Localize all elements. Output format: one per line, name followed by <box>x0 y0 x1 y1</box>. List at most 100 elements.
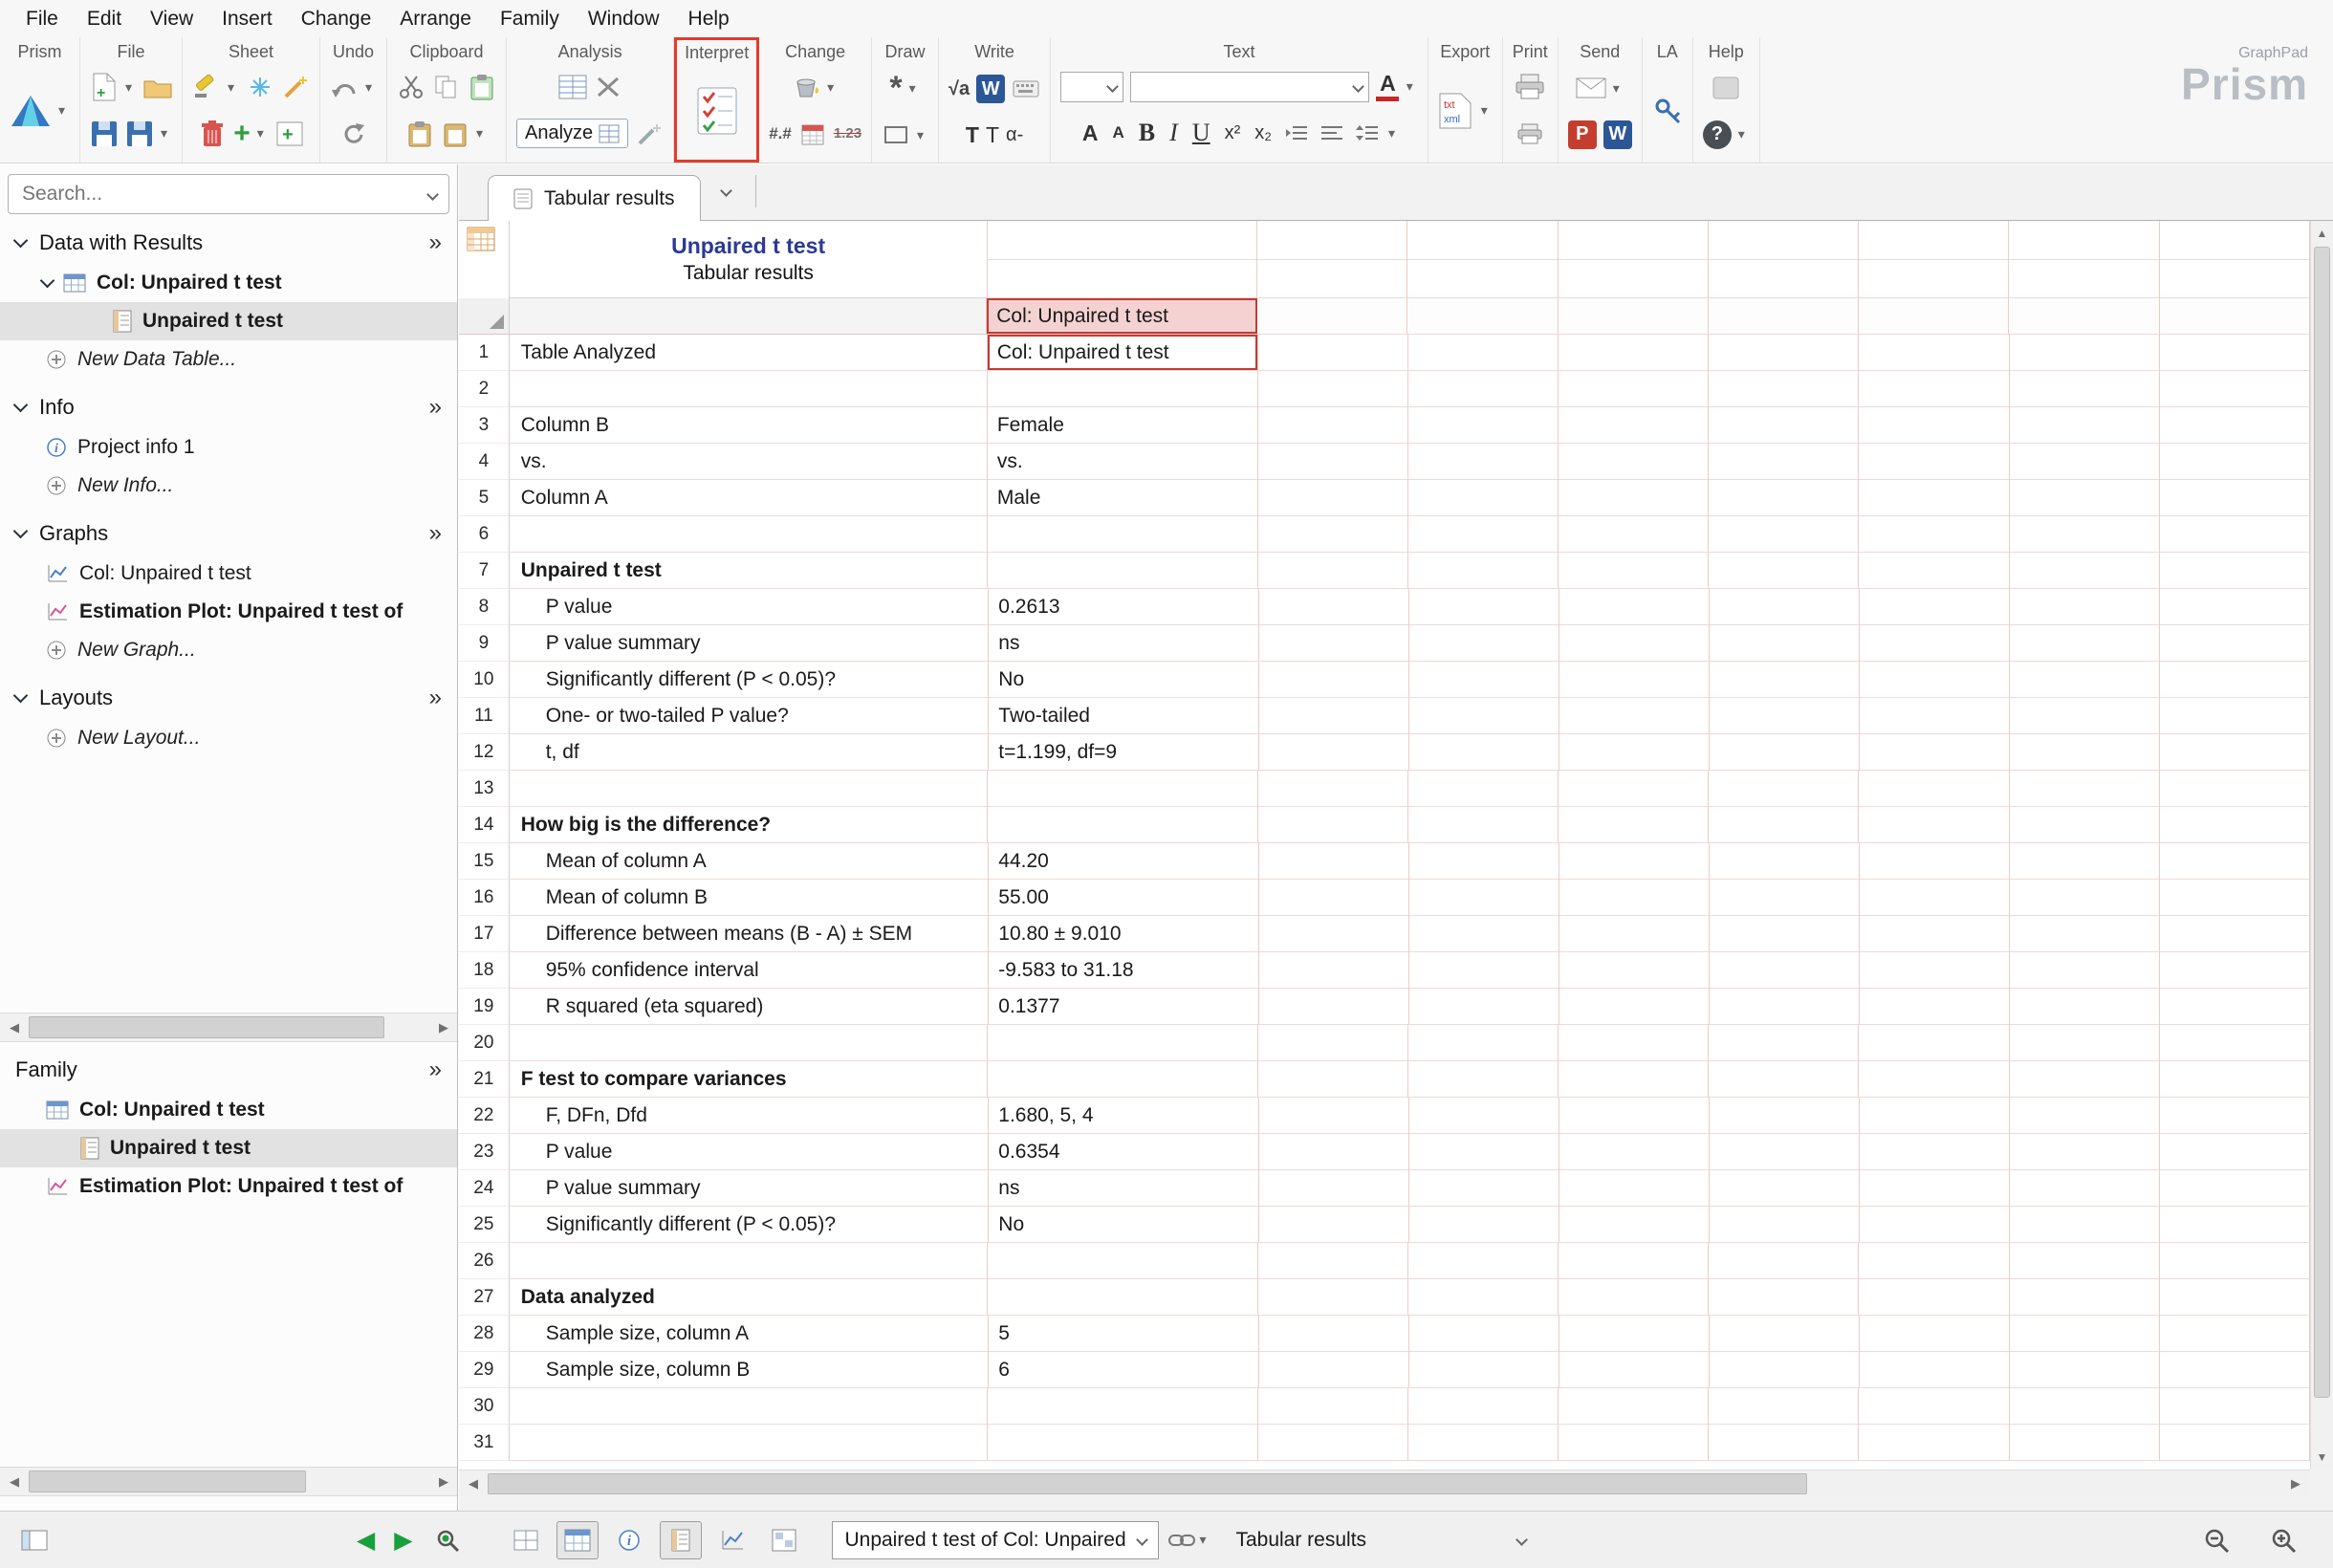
row-label-cell[interactable]: Sample size, column B <box>509 1352 990 1388</box>
empty-cell[interactable] <box>1258 1170 1409 1207</box>
expand-section-icon[interactable]: » <box>429 520 442 547</box>
label-column-header[interactable] <box>509 298 988 335</box>
row-label-cell[interactable]: F test to compare variances <box>509 1061 988 1098</box>
empty-cell[interactable] <box>2009 662 2160 698</box>
row-label-cell[interactable]: vs. <box>509 444 988 480</box>
chevron-down-icon[interactable] <box>39 272 55 288</box>
empty-cell[interactable] <box>1559 1134 1710 1170</box>
draw-point-icon[interactable]: * <box>889 70 902 107</box>
empty-cell[interactable] <box>1258 989 1409 1025</box>
empty-cell[interactable] <box>1408 734 1559 771</box>
prism-app-icon[interactable] <box>10 95 52 127</box>
empty-cell[interactable] <box>1709 880 1860 916</box>
value-cell[interactable] <box>987 1425 1258 1461</box>
empty-cell[interactable] <box>1408 989 1559 1025</box>
empty-cell[interactable] <box>2009 1134 2160 1170</box>
empty-cell[interactable] <box>2159 371 2310 407</box>
empty-cell[interactable] <box>1859 335 2010 371</box>
row-number[interactable]: 11 <box>459 698 510 734</box>
superscript-button[interactable]: x² <box>1221 122 1245 144</box>
italic-button[interactable]: I <box>1166 119 1182 147</box>
value-cell[interactable]: 0.6354 <box>989 1134 1259 1170</box>
value-cell[interactable]: 10.80 ± 9.010 <box>989 916 1259 952</box>
row-number[interactable]: 24 <box>459 1170 510 1207</box>
empty-cell[interactable] <box>1407 1425 1559 1461</box>
chevron-down-icon[interactable]: ▾ <box>917 127 928 143</box>
value-cell[interactable]: -9.583 to 31.18 <box>989 952 1259 989</box>
section-family[interactable]: Family » <box>0 1049 457 1091</box>
menu-item-arrange[interactable]: Arrange <box>385 8 486 31</box>
number-format-icon[interactable]: #.# <box>769 124 792 143</box>
empty-cell[interactable] <box>1559 1207 1710 1243</box>
tab-tabular-results[interactable]: Tabular results <box>488 175 701 221</box>
empty-cell[interactable] <box>1859 880 2010 916</box>
empty-cell[interactable] <box>1559 989 1710 1025</box>
empty-cell[interactable] <box>1859 1061 2010 1098</box>
empty-cell[interactable] <box>2159 880 2310 916</box>
family-view-icon[interactable] <box>505 1521 547 1559</box>
print-preview-icon[interactable] <box>1515 118 1544 150</box>
empty-cell[interactable] <box>1709 916 1860 952</box>
empty-cell[interactable] <box>2159 1134 2310 1170</box>
empty-cell[interactable] <box>2159 1243 2310 1279</box>
empty-cell[interactable] <box>1258 952 1409 989</box>
empty-cell[interactable] <box>1257 516 1408 553</box>
row-label-cell[interactable]: Unpaired t test <box>509 553 988 589</box>
empty-cell[interactable] <box>1258 589 1409 625</box>
data-grid-icon[interactable] <box>558 71 587 103</box>
menu-item-view[interactable]: View <box>136 8 207 31</box>
row-label-cell[interactable]: One- or two-tailed P value? <box>509 698 990 734</box>
empty-cell[interactable] <box>1709 843 1860 880</box>
empty-cell[interactable] <box>1258 698 1409 734</box>
row-number[interactable]: 29 <box>459 1352 510 1388</box>
row-number[interactable]: 1 <box>459 335 510 371</box>
chevron-down-icon[interactable]: ▾ <box>161 125 172 142</box>
row-number[interactable]: 19 <box>459 989 510 1025</box>
empty-cell[interactable] <box>2159 916 2310 952</box>
empty-cell[interactable] <box>2009 880 2160 916</box>
interpret-checklist-icon[interactable] <box>696 87 738 134</box>
row-number[interactable]: 22 <box>459 1098 510 1134</box>
empty-cell[interactable] <box>1258 916 1409 952</box>
empty-cell[interactable] <box>1407 807 1559 843</box>
license-key-icon[interactable] <box>1652 95 1683 127</box>
row-label-cell[interactable]: P value <box>509 1134 990 1170</box>
row-label-cell[interactable] <box>509 1425 988 1461</box>
paste-icon[interactable] <box>405 118 434 150</box>
empty-cell[interactable] <box>2159 1316 2310 1352</box>
empty-cell[interactable] <box>2159 1098 2310 1134</box>
menu-item-help[interactable]: Help <box>674 8 744 31</box>
empty-cell[interactable] <box>1709 589 1860 625</box>
scrollbar-thumb[interactable] <box>488 1472 1807 1494</box>
wand-icon[interactable] <box>281 71 310 103</box>
row-number[interactable]: 26 <box>459 1243 510 1279</box>
empty-cell[interactable] <box>2009 1388 2160 1425</box>
vertical-scrollbar[interactable]: ▲ ▼ <box>2310 221 2333 1470</box>
empty-cell[interactable] <box>1408 698 1559 734</box>
empty-cell[interactable] <box>1559 734 1710 771</box>
empty-cell[interactable] <box>1258 1207 1409 1243</box>
row-label-cell[interactable]: Mean of column A <box>509 843 990 880</box>
paste-special-icon[interactable] <box>468 71 496 103</box>
row-number[interactable]: 8 <box>459 589 510 625</box>
empty-column-header[interactable] <box>1859 298 2010 335</box>
empty-cell[interactable] <box>1859 589 2010 625</box>
empty-cell[interactable] <box>1559 952 1710 989</box>
empty-cell[interactable] <box>1859 1352 2010 1388</box>
empty-cell[interactable] <box>2009 698 2160 734</box>
row-number[interactable]: 23 <box>459 1134 510 1170</box>
empty-cell[interactable] <box>1408 1098 1559 1134</box>
empty-cell[interactable] <box>1709 952 1860 989</box>
row-label-cell[interactable]: Significantly different (P < 0.05)? <box>509 1207 990 1243</box>
empty-cell[interactable] <box>1258 625 1409 662</box>
empty-cell[interactable] <box>1407 335 1559 371</box>
empty-cell[interactable] <box>1709 625 1860 662</box>
value-cell[interactable] <box>987 1061 1258 1098</box>
empty-cell[interactable] <box>1407 1061 1559 1098</box>
sidebar-item-estimation-plot[interactable]: Estimation Plot: Unpaired t test of <box>0 593 457 631</box>
empty-cell[interactable] <box>1407 1388 1559 1425</box>
indent-icon[interactable] <box>1282 117 1311 149</box>
empty-cell[interactable] <box>1859 989 2010 1025</box>
expand-section-icon[interactable]: » <box>429 685 442 711</box>
value-cell[interactable]: ns <box>989 625 1259 662</box>
